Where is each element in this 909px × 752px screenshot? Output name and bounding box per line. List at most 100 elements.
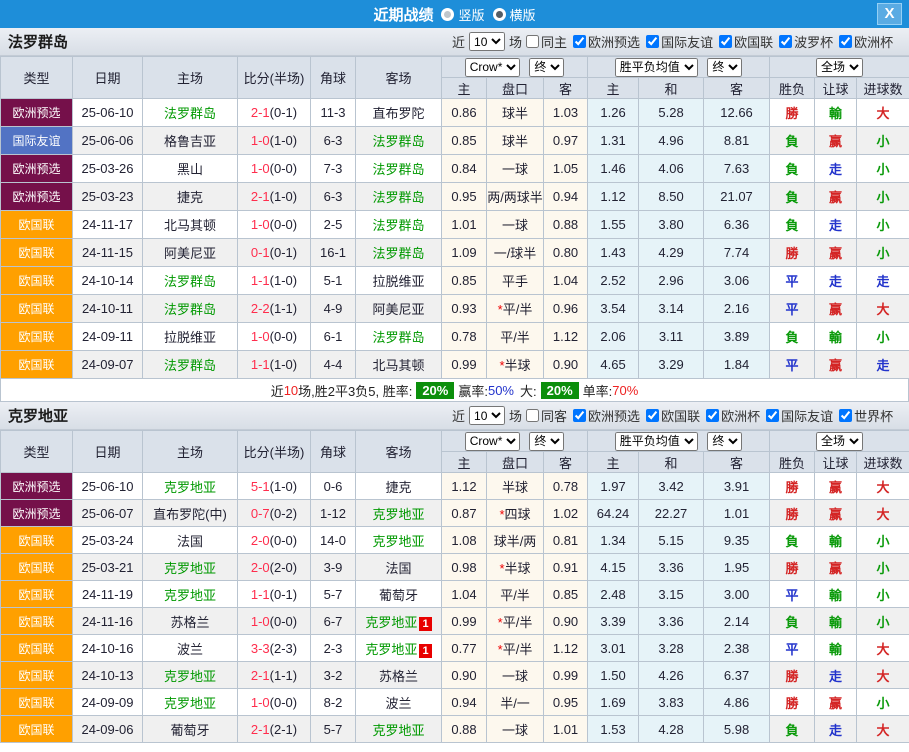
cell-date: 25-03-26 [73,155,143,183]
league-filter-checkbox[interactable] [839,35,852,48]
cell-avg-away: 3.00 [704,581,770,608]
away-team-name: 法罗群岛 [372,246,424,261]
league-filter-checkbox[interactable] [779,35,792,48]
league-filter-checkbox[interactable] [646,409,659,422]
cell-odds-away: 0.85 [544,581,588,608]
card-count-badge: 1 [419,644,431,658]
cell-handicap: 一球 [487,716,544,743]
league-filter[interactable]: 国际友谊 [762,406,833,425]
cell-corners: 8-2 [311,689,356,716]
cell-odds-away: 0.96 [544,295,588,323]
avg-select[interactable]: 胜平负均值 [615,432,698,451]
cell-away-team: 拉脱维亚 [356,267,442,295]
match-row: 欧国联24-10-13克罗地亚2-1(1-1)3-2苏格兰0.90一球0.991… [1,662,909,689]
cell-away-team: 法国 [356,554,442,581]
same-venue-label: 同客 [541,406,567,425]
cell-league-type: 欧国联 [1,608,73,635]
cell-result: 勝 [770,99,815,127]
league-filter-checkbox[interactable] [573,409,586,422]
bookmaker-select[interactable]: Crow* [465,432,520,451]
col-header-handicap: 盘口 [487,78,544,99]
cell-corners: 6-3 [311,183,356,211]
same-venue-filter[interactable]: 同主 [522,32,567,51]
same-venue-checkbox[interactable] [526,409,539,422]
cell-league-type: 欧国联 [1,554,73,581]
radio-vertical-layout[interactable] [441,8,454,21]
recent-count-select[interactable]: 10 [469,32,505,51]
league-filter[interactable]: 世界杯 [835,406,893,425]
avg-time-select[interactable]: 终 [707,58,742,77]
cell-result: 勝 [770,473,815,500]
full-time-score: 2-0 [251,533,270,548]
league-filter-checkbox[interactable] [719,35,732,48]
radio-horizontal-layout[interactable] [493,8,506,21]
cell-home-team: 克罗地亚 [143,473,238,500]
half-time-score: (1-0) [270,189,297,204]
league-filter-checkbox[interactable] [646,35,659,48]
filter-controls: 近 10 场 同主 欧洲预选 国际友谊 欧国联 波罗杯 欧洲杯 [452,32,895,51]
cell-corners: 0-6 [311,473,356,500]
odds-time-select[interactable]: 终 [529,58,564,77]
league-filter[interactable]: 欧洲杯 [835,32,893,51]
same-venue-filter[interactable]: 同客 [522,406,567,425]
half-time-score: (0-0) [270,329,297,344]
avg-select[interactable]: 胜平负均值 [615,58,698,77]
league-filter-checkbox[interactable] [766,409,779,422]
league-filter[interactable]: 欧洲杯 [702,406,760,425]
summary-text: 场,胜2平3负5, 胜率: [298,381,412,400]
cell-home-team: 直布罗陀(中) [143,500,238,527]
odds-time-select[interactable]: 终 [529,432,564,451]
filter-controls: 近 10 场 同客 欧洲预选 欧国联 欧洲杯 国际友谊 世界杯 [452,406,895,425]
radio-vertical-label[interactable]: 竖版 [458,5,484,24]
half-time-score: (2-0) [270,560,297,575]
league-filter-checkbox[interactable] [706,409,719,422]
cell-corners: 6-3 [311,127,356,155]
match-row: 欧洲预选25-06-10法罗群岛2-1(0-1)11-3直布罗陀0.86球半1.… [1,99,909,127]
cell-date: 24-10-13 [73,662,143,689]
league-filter-checkbox[interactable] [839,409,852,422]
matches-table: 类型 日期 主场 比分(半场) 角球 客场 Crow* 终 胜平负均值 终 全场 [0,430,909,743]
col-header-avg-draw: 和 [639,78,704,99]
cell-handicap-result: 輸 [815,527,857,554]
league-filter[interactable]: 欧国联 [642,406,700,425]
cell-date: 24-11-17 [73,211,143,239]
games-label: 场 [509,406,522,425]
full-time-score: 2-2 [251,301,270,316]
recent-count-select[interactable]: 10 [469,406,505,425]
cell-goals: 小 [857,527,909,554]
half-time-score: (1-0) [270,479,297,494]
match-row: 欧洲预选25-06-10克罗地亚5-1(1-0)0-6捷克1.12半球0.781… [1,473,909,500]
scope-select[interactable]: 全场 [816,432,863,451]
league-filter[interactable]: 欧洲预选 [569,32,640,51]
games-label: 场 [509,32,522,51]
cell-avg-home: 2.06 [588,323,639,351]
cell-avg-home: 1.97 [588,473,639,500]
bookmaker-select[interactable]: Crow* [465,58,520,77]
cell-corners: 3-2 [311,662,356,689]
league-filter[interactable]: 波罗杯 [775,32,833,51]
league-filter[interactable]: 欧洲预选 [569,406,640,425]
cell-avg-home: 1.69 [588,689,639,716]
league-filter-checkbox[interactable] [573,35,586,48]
half-time-score: (2-3) [270,641,297,656]
cell-date: 25-06-07 [73,500,143,527]
cell-handicap: 两/两球半 [487,183,544,211]
cell-avg-away: 1.01 [704,500,770,527]
cell-away-team: 波兰 [356,689,442,716]
cell-odds-home: 0.84 [442,155,487,183]
full-time-score: 1-0 [251,133,270,148]
cell-handicap-result: 赢 [815,500,857,527]
cell-date: 24-10-16 [73,635,143,662]
close-button[interactable]: X [877,3,902,25]
cell-avg-draw: 4.26 [639,662,704,689]
league-filter[interactable]: 国际友谊 [642,32,713,51]
col-header-handicap: 盘口 [487,452,544,473]
cell-odds-away: 1.04 [544,267,588,295]
league-filter[interactable]: 欧国联 [715,32,773,51]
same-venue-checkbox[interactable] [526,35,539,48]
radio-horizontal-label[interactable]: 横版 [510,5,536,24]
avg-time-select[interactable]: 终 [707,432,742,451]
scope-select[interactable]: 全场 [816,58,863,77]
cell-result: 平 [770,581,815,608]
cell-date: 25-06-10 [73,99,143,127]
